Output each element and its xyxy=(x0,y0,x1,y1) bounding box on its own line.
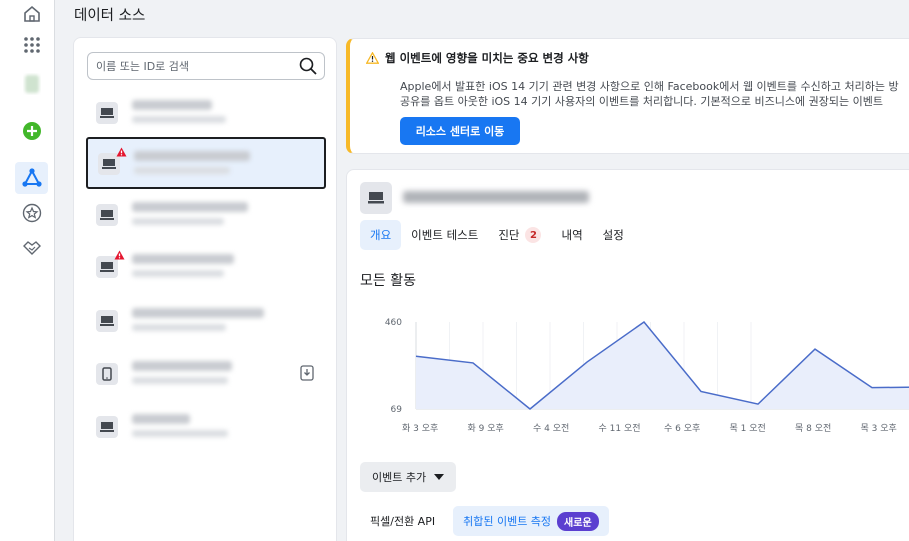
x-tick-label: 수 4 오전 xyxy=(533,423,569,434)
x-tick-label: 수 11 오전 xyxy=(599,423,641,434)
item-title-redacted xyxy=(132,308,264,318)
section-title: 모든 활동 xyxy=(360,273,416,289)
tab-label: 이벤트 테스트 xyxy=(411,228,479,242)
list-item[interactable] xyxy=(86,190,326,242)
search-input[interactable]: 이름 또는 ID로 검색 xyxy=(87,52,325,80)
tab-label: 진단 xyxy=(498,228,520,242)
tab-label: 개요 xyxy=(370,228,392,242)
new-badge: 새로운 xyxy=(557,511,599,531)
events-manager-icon[interactable] xyxy=(18,164,46,192)
diagnostics-count-badge: 2 xyxy=(525,227,542,243)
apps-grid-icon[interactable] xyxy=(18,31,46,59)
ios14-alert-banner: 웹 이벤트에 영향을 미치는 중요 변경 사항 Apple에서 발표한 iOS … xyxy=(346,38,909,154)
search-placeholder: 이름 또는 ID로 검색 xyxy=(96,60,190,73)
x-tick-label: 화 3 오후 xyxy=(402,423,438,434)
warning-icon xyxy=(116,147,127,157)
tab-test-events[interactable]: 이벤트 테스트 xyxy=(401,220,488,250)
add-circle-icon[interactable] xyxy=(18,117,46,145)
icon-rail xyxy=(0,0,55,541)
list-item-selected[interactable] xyxy=(86,137,326,189)
item-id-redacted xyxy=(132,324,226,331)
item-title-redacted xyxy=(132,361,232,371)
alert-title-text: 웹 이벤트에 영향을 미치는 중요 변경 사항 xyxy=(385,51,589,65)
handshake-icon[interactable] xyxy=(18,234,46,262)
resource-center-button[interactable]: 리소스 센터로 이동 xyxy=(400,117,520,145)
desktop-icon xyxy=(96,102,118,124)
home-icon[interactable] xyxy=(18,0,46,28)
desktop-icon xyxy=(96,416,118,438)
item-title-redacted xyxy=(132,414,190,424)
desktop-icon xyxy=(360,182,392,214)
bottom-tabs: 픽셀/전환 API 취합된 이벤트 측정 새로운 xyxy=(360,506,609,536)
warning-icon xyxy=(114,250,125,260)
list-item[interactable] xyxy=(86,349,326,401)
tab-pixel-conversions-api[interactable]: 픽셀/전환 API xyxy=(360,506,445,536)
activity-chart: 460 69 화 3 오후 화 9 오후 수 4 오전 수 11 오전 수 6 오후 목 1 … xyxy=(385,318,909,434)
alert-body: Apple에서 발표한 iOS 14 기기 관련 변경 사항으로 인해 Face… xyxy=(400,79,899,109)
tab-label: 픽셀/전환 API xyxy=(370,515,436,528)
alert-body-line: 공유를 옵트 아웃한 iOS 14 기기 사용자의 이벤트를 처리합니다. 기본… xyxy=(400,95,883,108)
list-item[interactable] xyxy=(86,296,326,348)
tab-label: 설정 xyxy=(602,228,624,242)
list-item[interactable] xyxy=(86,242,326,294)
add-event-button[interactable]: 이벤트 추가 xyxy=(360,462,457,492)
item-id-redacted xyxy=(132,377,228,384)
alert-body-line: Apple에서 발표한 iOS 14 기기 관련 변경 사항으로 인해 Face… xyxy=(400,80,899,93)
item-id-redacted xyxy=(132,116,226,123)
add-event-label: 이벤트 추가 xyxy=(372,471,427,484)
item-title-redacted xyxy=(132,202,248,212)
tab-diagnostics[interactable]: 진단 2 xyxy=(488,220,551,250)
download-icon[interactable] xyxy=(300,365,314,381)
item-title-redacted xyxy=(134,151,250,161)
item-id-redacted xyxy=(132,218,224,225)
star-icon[interactable] xyxy=(18,199,46,227)
x-tick-label: 화 9 오후 xyxy=(468,423,504,434)
desktop-icon xyxy=(96,204,118,226)
tab-overview[interactable]: 개요 xyxy=(360,220,402,250)
y-tick-label: 69 xyxy=(391,405,403,415)
tab-label: 취합된 이벤트 측정 xyxy=(463,515,552,528)
tab-history[interactable]: 내역 xyxy=(551,220,592,250)
search-icon xyxy=(299,57,317,75)
alert-title: 웹 이벤트에 영향을 미치는 중요 변경 사항 xyxy=(366,50,589,66)
data-source-list: 이름 또는 ID로 검색 xyxy=(73,37,337,541)
series-area xyxy=(416,322,909,409)
business-avatar-icon[interactable] xyxy=(18,70,46,98)
item-id-redacted xyxy=(134,167,230,174)
warning-icon xyxy=(366,52,379,64)
y-tick-label: 460 xyxy=(385,318,402,328)
data-source-name-redacted xyxy=(403,191,589,203)
mobile-icon xyxy=(96,363,118,385)
x-tick-label: 수 6 오후 xyxy=(664,423,700,434)
x-tick-label: 목 8 오전 xyxy=(795,423,831,434)
item-title-redacted xyxy=(132,100,212,110)
caret-down-icon xyxy=(434,474,445,480)
tab-label: 내역 xyxy=(561,228,583,242)
list-item[interactable] xyxy=(86,402,326,454)
x-tick-label: 목 1 오전 xyxy=(730,423,766,434)
list-item[interactable] xyxy=(86,88,326,140)
page-title: 데이터 소스 xyxy=(74,8,146,24)
detail-tabs: 개요 이벤트 테스트 진단 2 내역 설정 xyxy=(360,220,634,250)
tab-settings[interactable]: 설정 xyxy=(593,220,634,250)
x-tick-label: 목 3 오후 xyxy=(861,423,897,434)
desktop-icon xyxy=(96,310,118,332)
item-id-redacted xyxy=(132,270,224,277)
item-id-redacted xyxy=(132,430,228,437)
item-title-redacted xyxy=(132,254,234,264)
data-source-details: 개요 이벤트 테스트 진단 2 내역 설정 모든 활동 460 69 화 3 오후 화 … xyxy=(346,169,909,541)
tab-aggregated-event-measurement[interactable]: 취합된 이벤트 측정 새로운 xyxy=(453,506,609,536)
